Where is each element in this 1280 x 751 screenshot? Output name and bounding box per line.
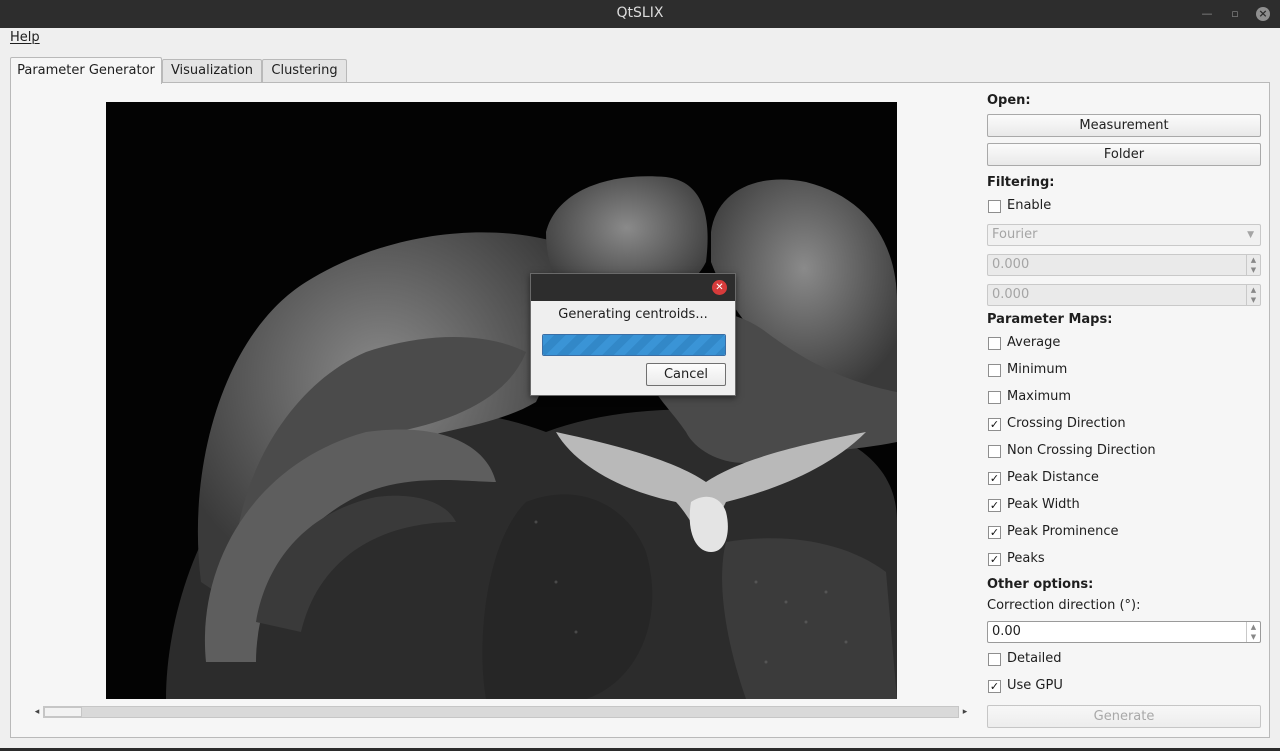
scrollbar-thumb[interactable] [44,707,82,717]
horizontal-scrollbar[interactable]: ◂ ▸ [31,705,971,719]
correction-direction-label: Correction direction (°): [987,598,1141,613]
generate-button[interactable]: Generate [987,705,1261,728]
image-view[interactable] [106,102,897,699]
spin-arrows-icon: ▲ ▼ [1246,255,1260,275]
spin-arrows-icon: ▲ ▼ [1246,285,1260,305]
folder-button[interactable]: Folder [987,143,1261,166]
param-map-label: Peak Prominence [1007,524,1119,539]
tab-parameter-generator[interactable]: Parameter Generator [10,57,162,84]
tab-visualization[interactable]: Visualization [162,59,262,83]
checkbox-box[interactable]: ✓ [988,526,1001,539]
checkbox-box[interactable] [988,391,1001,404]
correction-direction-spinbox[interactable]: 0.00 ▲ ▼ [987,621,1261,643]
window-title: QtSLIX [616,5,664,21]
correction-direction-value[interactable]: 0.00 [992,624,1021,639]
open-heading: Open: [987,93,1031,108]
checkbox-box[interactable]: ✓ [988,472,1001,485]
param-map-label: Peak Width [1007,497,1080,512]
parameter-maps-heading: Parameter Maps: [987,312,1113,327]
progress-message: Generating centroids... [558,307,708,322]
options-sidebar: Open: Measurement Folder Filtering: Enab… [986,83,1261,739]
minimize-icon[interactable]: — [1200,7,1214,21]
close-icon[interactable]: ✕ [712,280,727,295]
tab-clustering[interactable]: Clustering [262,59,347,83]
filter-value-1: 0.000 [992,257,1030,272]
measurement-button[interactable]: Measurement [987,114,1261,137]
parameter-generator-panel: ◂ ▸ Open: Measurement Folder Filtering: … [10,82,1270,738]
progress-dialog: ✕ Generating centroids... Cancel [530,273,736,396]
progress-bar [542,334,726,356]
chevron-down-icon: ▼ [1247,230,1254,240]
param-map-label: Peaks [1007,551,1045,566]
close-icon[interactable]: × [1256,7,1270,21]
checkbox-box[interactable] [988,200,1001,213]
scroll-right-icon[interactable]: ▸ [959,705,971,719]
param-map-label: Maximum [1007,389,1072,404]
scroll-left-icon[interactable]: ◂ [31,705,43,719]
checkbox-box[interactable]: ✓ [988,418,1001,431]
checkbox-box[interactable] [988,653,1001,666]
use-gpu-label: Use GPU [1007,678,1063,693]
param-map-label: Minimum [1007,362,1068,377]
filter-value-1-spinbox: 0.000 ▲ ▼ [987,254,1261,276]
checkbox-box[interactable]: ✓ [988,553,1001,566]
checkbox-box[interactable] [988,364,1001,377]
param-map-label: Crossing Direction [1007,416,1126,431]
cancel-button[interactable]: Cancel [646,363,726,386]
checkbox-box[interactable] [988,337,1001,350]
other-options-heading: Other options: [987,577,1094,592]
param-map-label: Peak Distance [1007,470,1099,485]
checkbox-box[interactable]: ✓ [988,680,1001,693]
scrollbar-track[interactable] [43,706,959,718]
progress-bar-fill [543,335,725,355]
restore-icon[interactable]: ▫ [1228,7,1242,21]
brain-section-image [106,102,897,699]
dialog-title-bar: ✕ [531,274,735,301]
title-bar: QtSLIX — ▫ × [0,0,1280,28]
menu-help[interactable]: Help [10,30,40,45]
checkbox-box[interactable] [988,445,1001,458]
spin-arrows-icon[interactable]: ▲ ▼ [1246,622,1260,642]
filter-type-value: Fourier [992,227,1038,242]
filter-value-2: 0.000 [992,287,1030,302]
filter-enable-label: Enable [1007,198,1052,213]
param-map-label: Non Crossing Direction [1007,443,1156,458]
checkbox-box[interactable]: ✓ [988,499,1001,512]
detailed-label: Detailed [1007,651,1062,666]
filter-value-2-spinbox: 0.000 ▲ ▼ [987,284,1261,306]
menu-bar: Help [0,28,1280,48]
filter-type-select: Fourier ▼ [987,224,1261,246]
param-map-label: Average [1007,335,1061,350]
filtering-heading: Filtering: [987,175,1055,190]
